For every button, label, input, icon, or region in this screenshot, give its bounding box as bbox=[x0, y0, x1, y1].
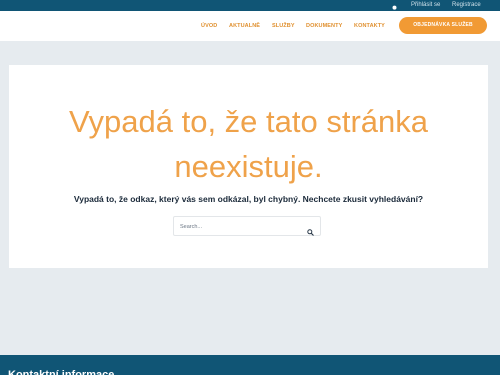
user-icon[interactable] bbox=[390, 1, 399, 14]
not-found-card: Vypadá to, že tato stránka neexistuje. V… bbox=[9, 65, 488, 268]
nav-item-kontakty[interactable]: KONTAKTY bbox=[354, 22, 385, 30]
search-input[interactable]: Search... bbox=[173, 216, 321, 236]
page-title-line-1: Vypadá to, že tato stránka bbox=[68, 104, 428, 139]
register-link[interactable]: Registrace bbox=[452, 1, 481, 10]
nav-item-sluzby[interactable]: SLUŽBY bbox=[272, 22, 295, 30]
error-message: Vypadá to, že odkaz, který vás sem odkáz… bbox=[73, 194, 424, 204]
site-footer: Kontaktní informace bbox=[0, 355, 500, 375]
page-title: Vypadá to, že tato stránka neexistuje. bbox=[9, 99, 488, 189]
search-placeholder: Search... bbox=[180, 224, 203, 230]
nav-item-dokumenty[interactable]: DOKUMENTY bbox=[306, 22, 342, 30]
nav-item-aktualne[interactable]: AKTUALNĚ bbox=[229, 22, 260, 30]
site-header: ÚVOD AKTUALNĚ SLUŽBY DOKUMENTY KONTAKTY … bbox=[0, 11, 500, 41]
search-icon[interactable] bbox=[307, 223, 314, 236]
page-title-line-2: neexistuje. bbox=[174, 149, 323, 184]
nav-item-uvod[interactable]: ÚVOD bbox=[201, 22, 217, 30]
order-services-button[interactable]: OBJEDNÁVKA SLUŽEB bbox=[399, 17, 487, 34]
footer-heading: Kontaktní informace bbox=[8, 369, 115, 375]
login-link[interactable]: Přihlásit se bbox=[411, 1, 440, 10]
top-bar: Přihlásit se Registrace bbox=[0, 0, 500, 14]
